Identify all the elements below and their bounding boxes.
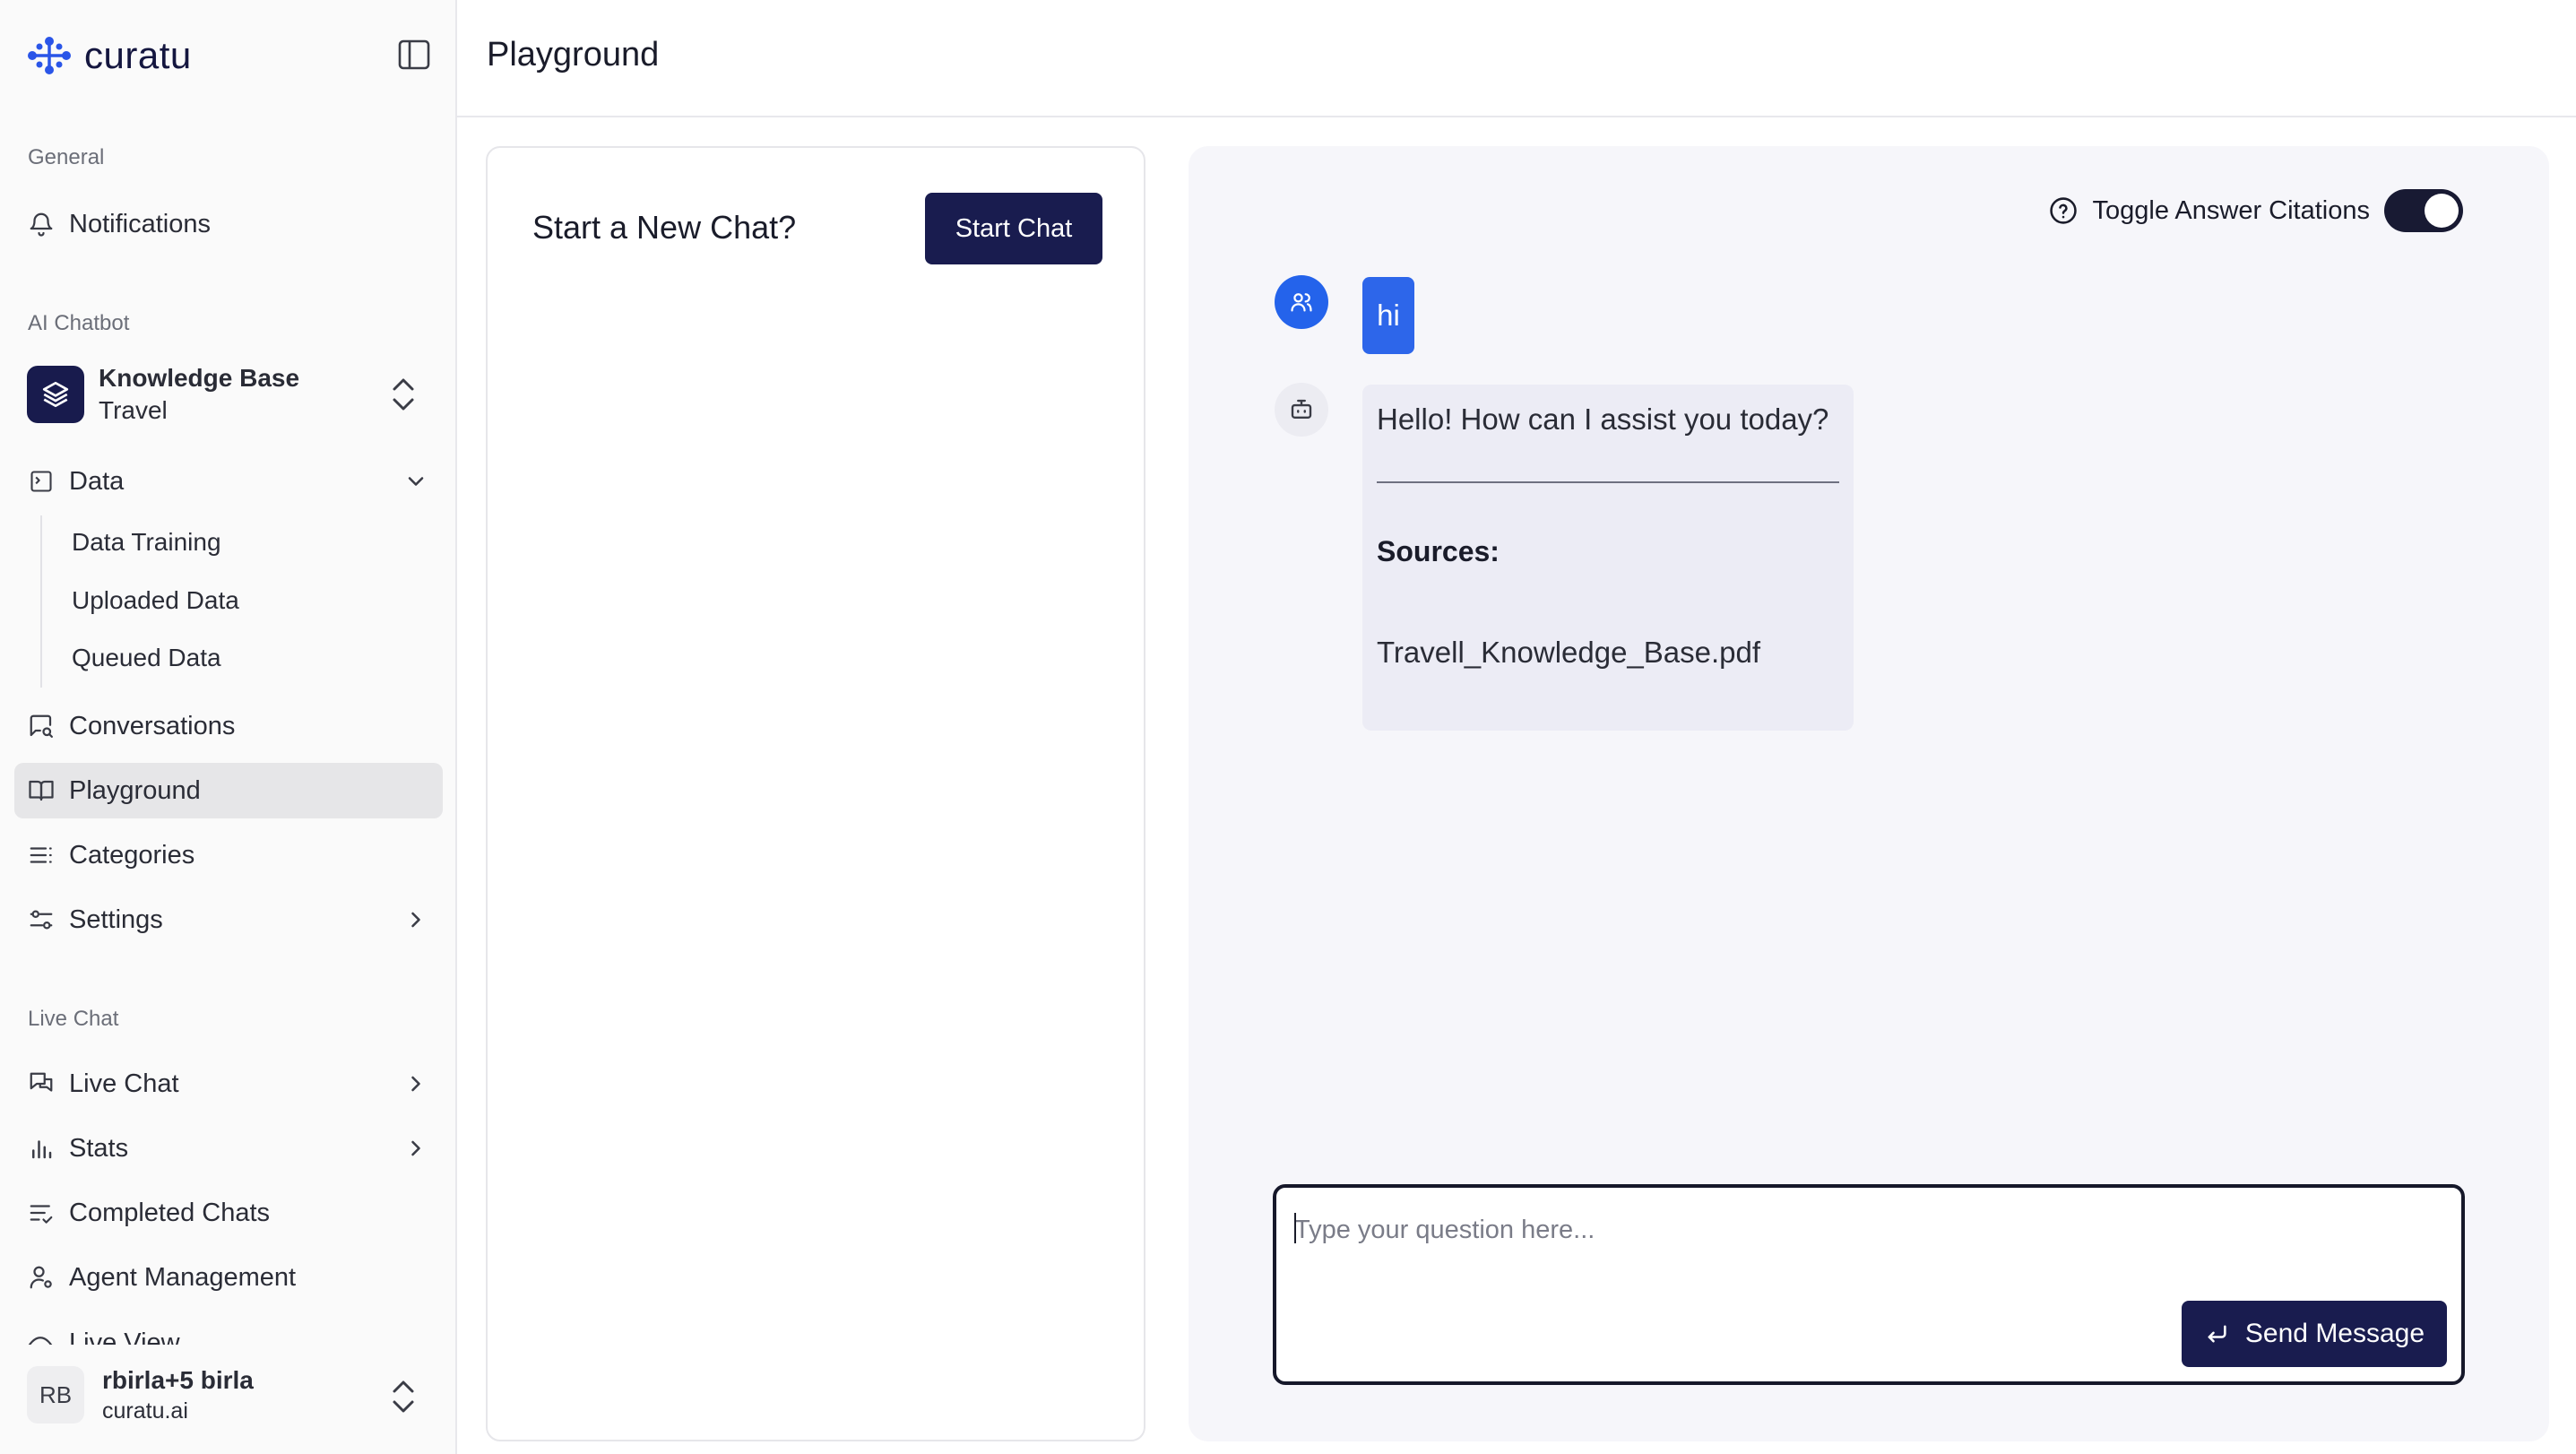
user-account-switcher[interactable]: RB rbirla+5 birla curatu.ai — [27, 1363, 430, 1431]
user-org: curatu.ai — [102, 1398, 188, 1424]
question-input[interactable] — [1292, 1202, 2443, 1258]
start-chat-button[interactable]: Start Chat — [925, 193, 1102, 264]
section-label-general: General — [28, 145, 105, 169]
bot-avatar-icon — [1275, 383, 1328, 437]
user-avatar-icon — [1275, 275, 1328, 329]
sidebar-item-data[interactable]: Data — [14, 454, 443, 509]
sidebar-subitem-label: Queued Data — [72, 644, 221, 671]
user-name: rbirla+5 birla — [102, 1366, 254, 1394]
submenu-divider — [40, 515, 42, 688]
sidebar-item-stats[interactable]: Stats — [14, 1121, 443, 1176]
brand-name: curatu — [84, 34, 192, 76]
bot-message-text: Hello! How can I assist you today? — [1377, 402, 1829, 436]
bot-message-bubble: Hello! How can I assist you today? Sourc… — [1362, 385, 1854, 731]
sidebar-item-label: Conversations — [69, 711, 236, 740]
sidebar-item-label: Stats — [69, 1133, 129, 1163]
list-check-icon — [27, 1199, 56, 1227]
top-bar: Playground — [457, 0, 2576, 117]
sidebar-item-label: Agent Management — [69, 1262, 297, 1292]
sidebar: curatu General Notifications AI Chatbot … — [0, 0, 457, 1454]
new-chat-panel: Start a New Chat? Start Chat — [486, 146, 1145, 1441]
citations-toggle-switch[interactable] — [2384, 189, 2463, 232]
brand-logo[interactable]: curatu — [27, 34, 192, 77]
sliders-icon — [27, 905, 56, 934]
sidebar-item-label: Notifications — [69, 209, 211, 238]
sidebar-item-label: Data — [69, 466, 125, 496]
bar-chart-icon — [27, 1134, 56, 1163]
sources-label: Sources: — [1377, 535, 1500, 567]
new-chat-heading: Start a New Chat? — [532, 209, 797, 246]
page-title: Playground — [487, 36, 660, 74]
sidebar-item-completed-chats[interactable]: Completed Chats — [14, 1185, 443, 1241]
sidebar-item-label: Live View — [69, 1329, 180, 1345]
chevron-right-icon — [403, 907, 428, 932]
sidebar-item-agent-management[interactable]: Agent Management — [14, 1250, 443, 1305]
sidebar-item-data-training[interactable]: Data Training — [54, 517, 430, 567]
section-label-ai-chatbot: AI Chatbot — [28, 311, 130, 335]
enter-arrow-icon — [2204, 1321, 2229, 1346]
message-divider — [1377, 481, 1839, 483]
message-composer: Send Message — [1273, 1184, 2465, 1385]
sidebar-item-queued-data[interactable]: Queued Data — [54, 633, 430, 683]
text-caret — [1294, 1213, 1296, 1243]
sidebar-panel-icon — [398, 39, 434, 70]
citations-toggle-label: Toggle Answer Citations — [2092, 195, 2371, 225]
message-search-icon — [27, 712, 56, 740]
help-circle-icon[interactable] — [2048, 195, 2079, 226]
knowledge-base-title: Knowledge Base — [99, 364, 300, 392]
database-panel-icon — [27, 467, 56, 496]
chat-panel: Toggle Answer Citations hi Hello! How ca… — [1189, 146, 2549, 1441]
sidebar-item-uploaded-data[interactable]: Uploaded Data — [54, 576, 430, 626]
sidebar-item-label: Categories — [69, 840, 195, 870]
sidebar-item-label: Playground — [69, 775, 201, 805]
chevrons-up-down-icon — [385, 373, 421, 416]
bell-icon — [27, 210, 56, 238]
curatu-logo-icon — [27, 36, 72, 75]
chevron-down-icon — [403, 469, 428, 494]
sidebar-item-playground[interactable]: Playground — [14, 763, 443, 818]
sidebar-subitem-label: Data Training — [72, 528, 221, 556]
sidebar-item-label: Completed Chats — [69, 1198, 271, 1227]
source-file-link[interactable]: Travell_Knowledge_Base.pdf — [1377, 636, 1760, 670]
send-message-button[interactable]: Send Message — [2182, 1301, 2447, 1367]
user-cog-icon — [27, 1263, 56, 1292]
eye-icon — [27, 1332, 56, 1345]
sidebar-item-notifications[interactable]: Notifications — [14, 196, 443, 252]
chevron-right-icon — [403, 1136, 428, 1161]
sidebar-toggle-button[interactable] — [398, 39, 434, 72]
sidebar-subitem-label: Uploaded Data — [72, 586, 239, 614]
layers-icon — [27, 366, 84, 423]
sidebar-item-label: Live Chat — [69, 1069, 179, 1098]
book-open-icon — [27, 776, 56, 805]
knowledge-base-subtitle: Travel — [99, 396, 168, 424]
sidebar-item-categories[interactable]: Categories — [14, 827, 443, 883]
sidebar-item-conversations[interactable]: Conversations — [14, 698, 443, 754]
list-icon — [27, 841, 56, 870]
sidebar-item-live-chat[interactable]: Live Chat — [14, 1056, 443, 1112]
chevrons-up-down-icon — [385, 1375, 421, 1418]
chat-bubbles-icon — [27, 1069, 56, 1098]
knowledge-base-switcher[interactable]: Knowledge Base Travel — [27, 362, 430, 430]
send-message-label: Send Message — [2244, 1319, 2425, 1348]
user-message-bubble: hi — [1362, 277, 1414, 354]
chevron-right-icon — [403, 1071, 428, 1096]
section-label-live-chat: Live Chat — [28, 1007, 119, 1031]
avatar: RB — [27, 1366, 84, 1424]
toggle-knob — [2425, 194, 2459, 228]
sidebar-item-settings[interactable]: Settings — [14, 892, 443, 948]
sidebar-item-label: Settings — [69, 904, 163, 934]
citations-toggle-row: Toggle Answer Citations — [2048, 189, 2463, 232]
sidebar-item-live-view[interactable]: Live View — [27, 1325, 180, 1345]
